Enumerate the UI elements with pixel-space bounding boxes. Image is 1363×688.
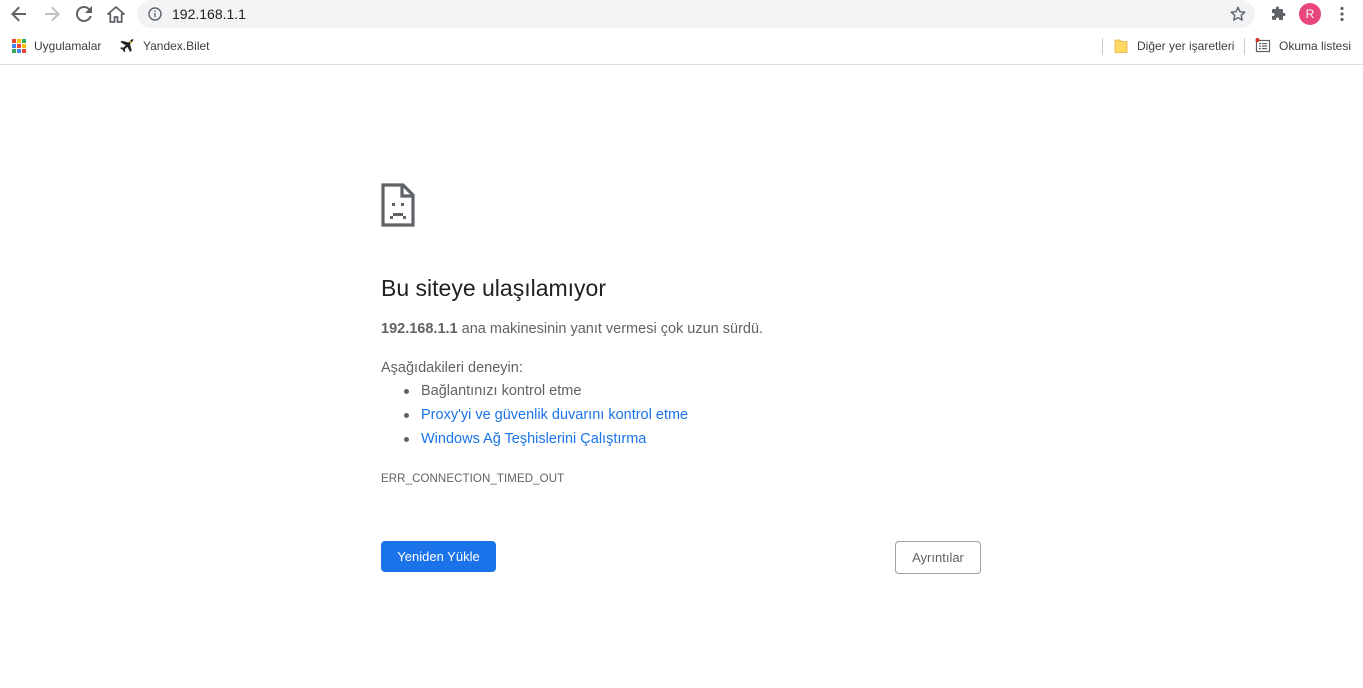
reload-icon: [76, 6, 92, 22]
suggestion-item: Proxy'yi ve güvenlik duvarını kontrol et…: [381, 405, 688, 429]
bookmark-separator: [1102, 38, 1103, 55]
suggestion-item: Windows Ağ Teşhislerini Çalıştırma: [381, 429, 688, 453]
extensions-button[interactable]: [1264, 1, 1292, 27]
error-host: 192.168.1.1: [381, 321, 458, 337]
bookmark-separator: [1244, 38, 1245, 55]
error-description-text: ana makinesinin yanıt vermesi çok uzun s…: [461, 321, 764, 337]
folder-icon: [1114, 39, 1128, 53]
reading-list-button[interactable]: Okuma listesi: [1255, 37, 1351, 55]
suggestions-list: Bağlantınızı kontrol etme Proxy'yi ve gü…: [381, 381, 688, 453]
back-button[interactable]: [5, 1, 33, 27]
bookmark-other-folder[interactable]: Diğer yer işaretleri: [1113, 37, 1234, 55]
bookmark-yandex-bilet[interactable]: Yandex.Bilet: [119, 37, 210, 55]
bookmark-apps-label: Uygulamalar: [34, 39, 102, 53]
suggestions-heading: Aşağıdakileri deneyin:: [381, 360, 523, 376]
profile-avatar[interactable]: R: [1299, 3, 1321, 25]
info-icon[interactable]: [147, 6, 163, 22]
suggestion-check-connection: Bağlantınızı kontrol etme: [421, 383, 582, 399]
bookmark-star-icon[interactable]: [1229, 5, 1247, 23]
error-description: 192.168.1.1 ana makinesinin yanıt vermes…: [381, 319, 763, 339]
reload-button[interactable]: [70, 1, 98, 27]
bookmark-apps[interactable]: Uygulamalar: [12, 37, 101, 55]
address-url[interactable]: 192.168.1.1: [172, 6, 246, 22]
reading-list-label: Okuma listesi: [1279, 39, 1352, 53]
arrow-right-icon: [45, 6, 60, 22]
kebab-menu-icon: [1340, 6, 1344, 22]
bookmarks-bar: Uygulamalar Yandex.Bilet Diğer yer işare…: [0, 29, 1363, 65]
reading-list-icon: [1255, 38, 1271, 53]
bookmark-yandex-bilet-label: Yandex.Bilet: [143, 39, 210, 53]
suggestion-item: Bağlantınızı kontrol etme: [381, 381, 688, 405]
plane-icon: [120, 39, 134, 53]
error-code: ERR_CONNECTION_TIMED_OUT: [381, 473, 565, 485]
sad-page-icon: [381, 183, 415, 227]
forward-button[interactable]: [38, 1, 66, 27]
details-button[interactable]: Ayrıntılar: [895, 541, 981, 574]
home-icon: [107, 5, 125, 23]
error-title: Bu siteye ulaşılamıyor: [381, 275, 606, 301]
home-button[interactable]: [102, 1, 130, 27]
browser-toolbar: 192.168.1.1 R: [0, 0, 1363, 29]
menu-button[interactable]: [1328, 1, 1356, 27]
suggestion-check-proxy-link[interactable]: Proxy'yi ve güvenlik duvarını kontrol et…: [421, 407, 688, 423]
address-bar[interactable]: 192.168.1.1: [137, 0, 1255, 28]
arrow-left-icon: [11, 6, 26, 22]
apps-grid-icon: [12, 39, 26, 53]
bookmark-other-label: Diğer yer işaretleri: [1137, 39, 1235, 53]
puzzle-icon: [1272, 6, 1286, 20]
suggestion-network-diagnostics-link[interactable]: Windows Ağ Teşhislerini Çalıştırma: [421, 431, 646, 447]
reload-page-button[interactable]: Yeniden Yükle: [381, 541, 496, 572]
